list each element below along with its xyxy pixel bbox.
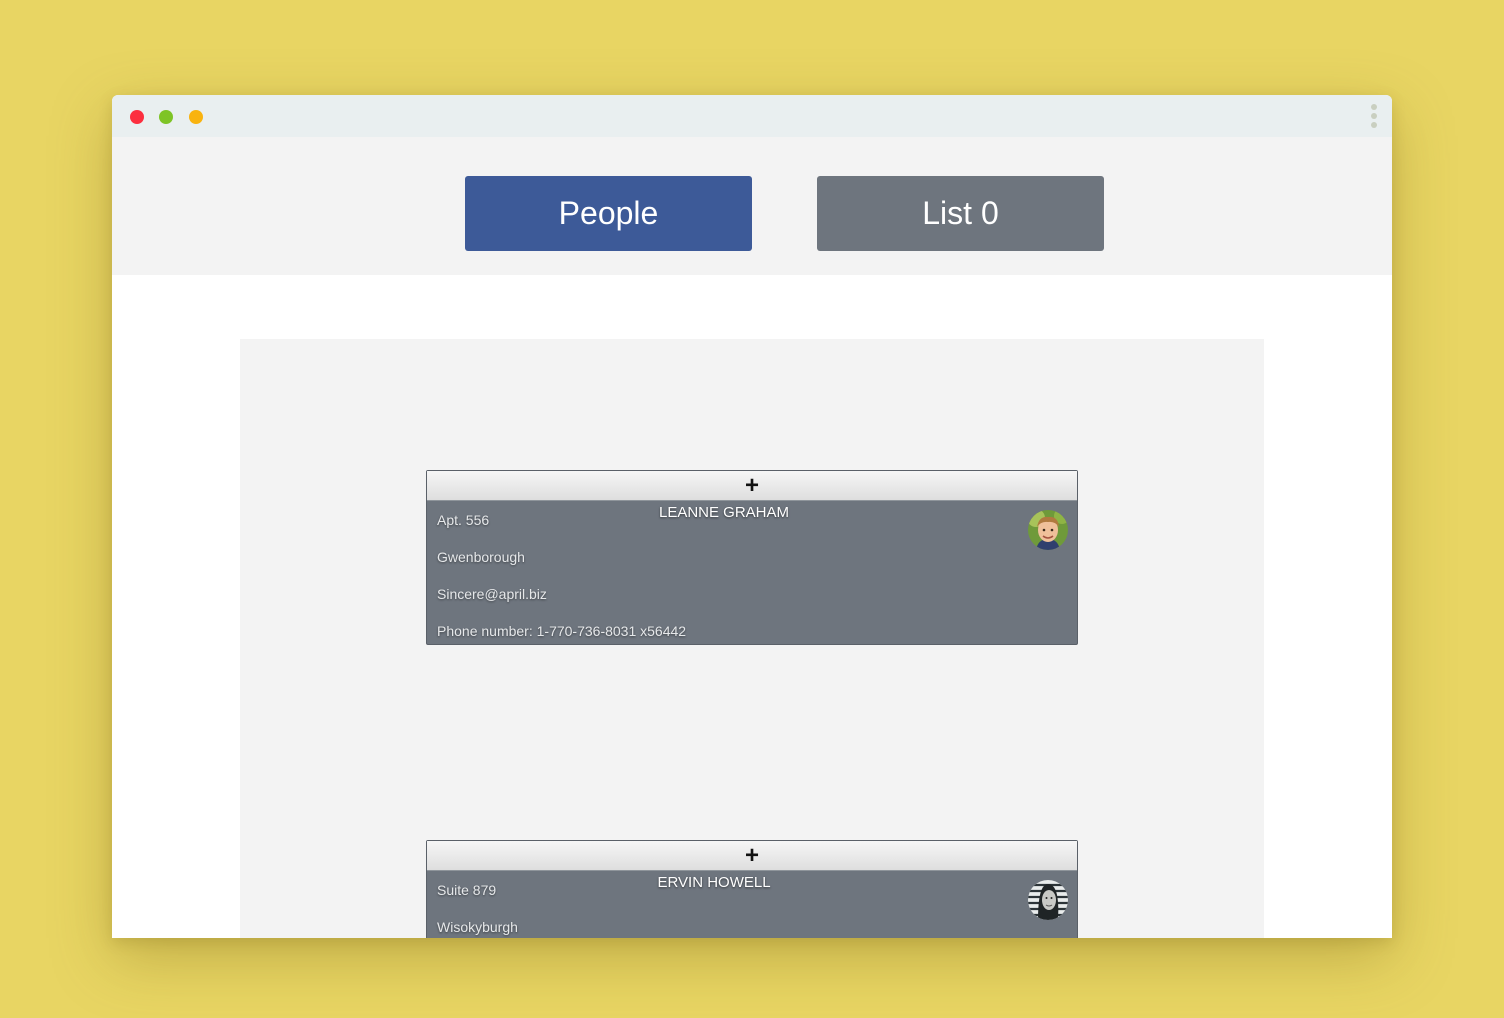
person-name: ERVIN HOWELL — [657, 874, 771, 891]
list-button[interactable]: List 0 — [817, 176, 1104, 251]
window-titlebar — [112, 95, 1392, 137]
top-navbar: People List 0 — [112, 137, 1392, 275]
avatar-boy-icon — [1028, 510, 1068, 550]
people-list: + LEANNE GRAHAM Apt. 556 Gwenborough Sin… — [240, 339, 1264, 938]
minimize-icon[interactable] — [159, 110, 173, 124]
kebab-menu-icon[interactable] — [1370, 104, 1378, 130]
avatar-woman-icon — [1028, 880, 1068, 920]
people-button[interactable]: People — [465, 176, 752, 251]
maximize-icon[interactable] — [189, 110, 203, 124]
person-phone: Phone number: 1-770-736-8031 x56442 — [437, 623, 687, 639]
add-person-button[interactable]: + — [427, 471, 1077, 501]
person-suite: Apt. 556 — [437, 512, 490, 528]
person-email: Sincere@april.biz — [437, 586, 547, 602]
person-card: + ERVIN HOWELL Suite 879 Wisokyburgh — [426, 840, 1078, 938]
person-city: Gwenborough — [437, 549, 525, 565]
person-suite: Suite 879 — [437, 882, 497, 898]
person-name: LEANNE GRAHAM — [658, 504, 790, 521]
browser-window: People List 0 + LEANNE GRAHAM Apt. 556 G… — [112, 95, 1392, 938]
add-person-button[interactable]: + — [427, 841, 1077, 871]
person-card: + LEANNE GRAHAM Apt. 556 Gwenborough Sin… — [426, 470, 1078, 645]
person-card-body: LEANNE GRAHAM Apt. 556 Gwenborough Since… — [427, 501, 1077, 644]
person-city: Wisokyburgh — [437, 919, 518, 935]
close-icon[interactable] — [130, 110, 144, 124]
person-card-body: ERVIN HOWELL Suite 879 Wisokyburgh — [427, 871, 1077, 938]
